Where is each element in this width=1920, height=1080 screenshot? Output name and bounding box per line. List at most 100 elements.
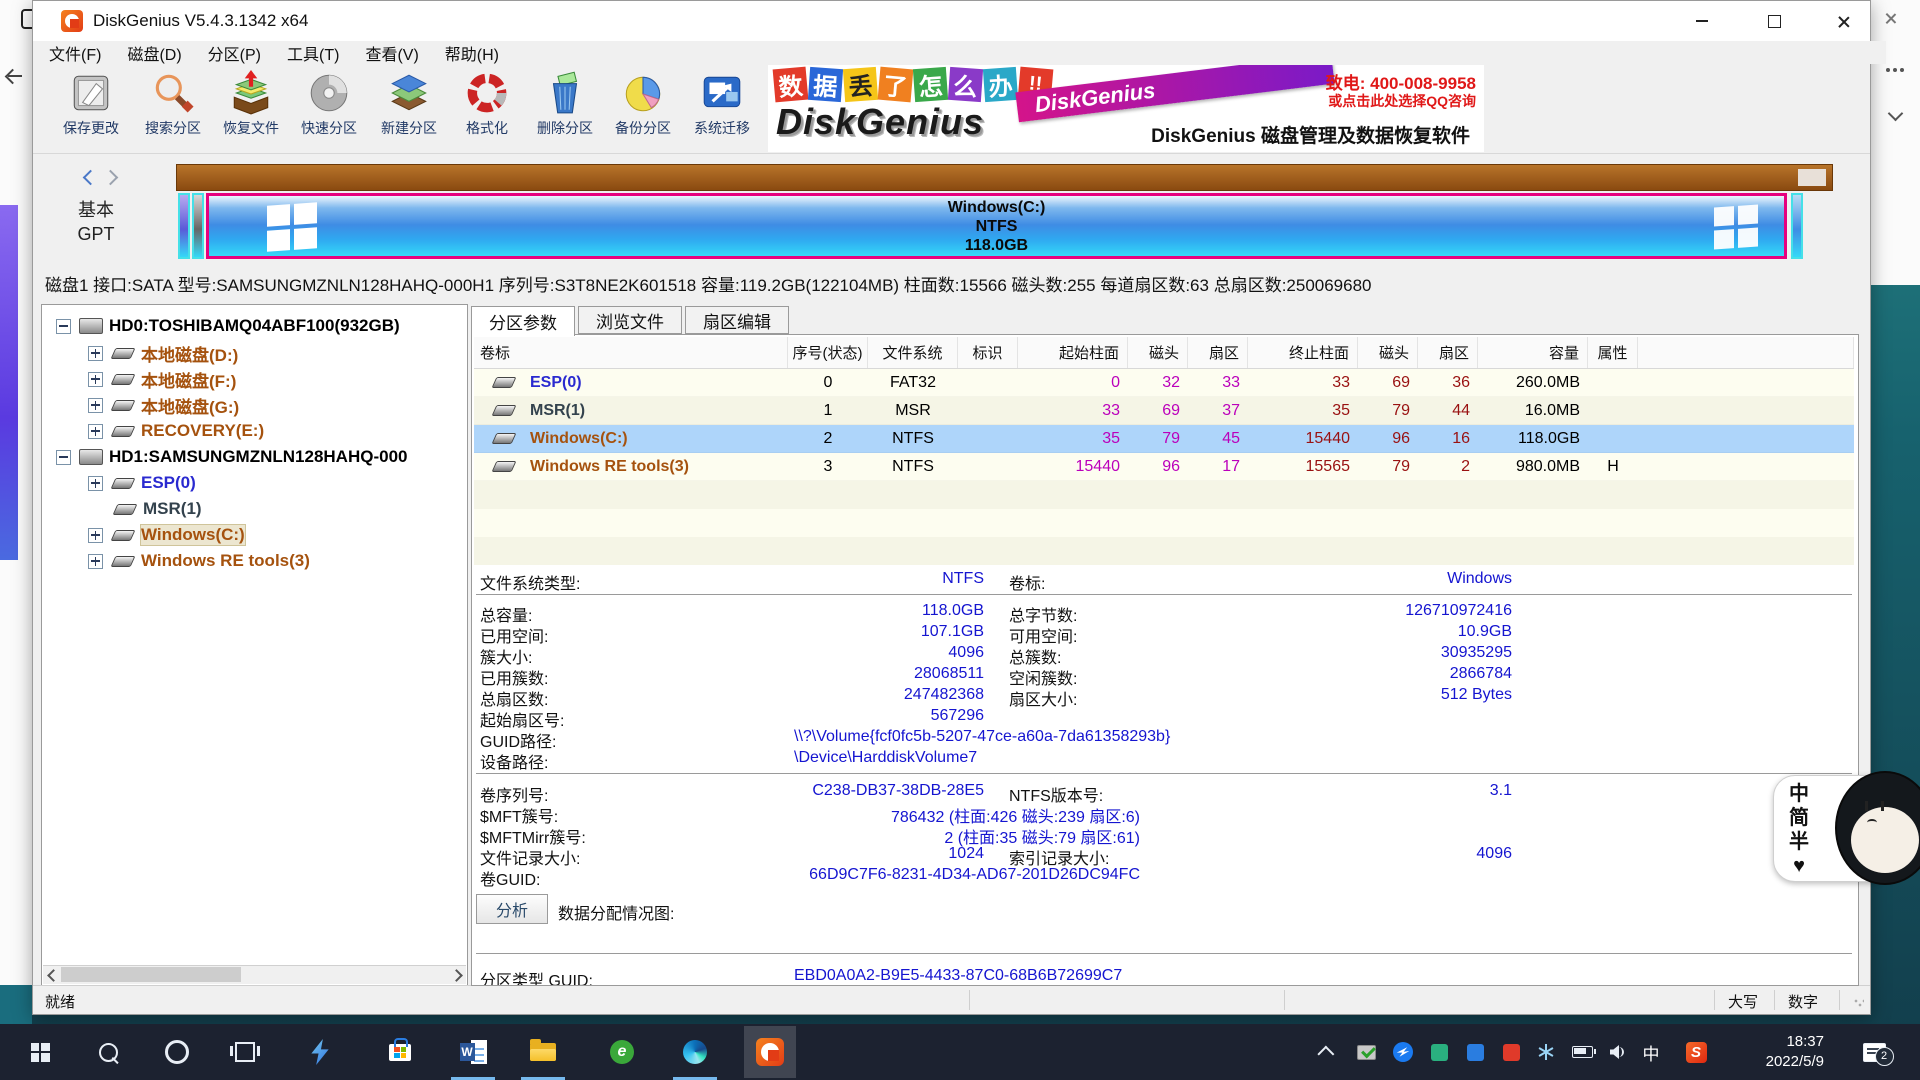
partition-msr[interactable] [192, 193, 204, 259]
disk-tree-panel: HD0:TOSHIBAMQ04ABF100(932GB) 本地磁盘(D:) 本地… [41, 304, 468, 986]
tab-partition-params[interactable]: 分区参数 [471, 306, 575, 336]
ime-indicator[interactable]: 中 [1631, 1024, 1671, 1080]
diskgenius-taskbar-button[interactable] [744, 1026, 796, 1078]
quick-partition-button[interactable]: 快速分区 [290, 70, 368, 150]
disk-graph-zone: 基本 GPT Windows(C:) NTFS 118.0GB [33, 154, 1870, 266]
menu-partition[interactable]: 分区(P) [208, 41, 261, 65]
delete-partition-button[interactable]: 删除分区 [526, 70, 604, 150]
expand-icon[interactable] [88, 554, 103, 569]
sogou-input-button[interactable]: S [1674, 1024, 1718, 1080]
expand-icon[interactable] [88, 528, 103, 543]
microsoft-store-button[interactable] [376, 1024, 424, 1080]
menu-help[interactable]: 帮助(H) [445, 41, 499, 65]
dingtalk-icon [1393, 1042, 1413, 1062]
folder-icon [530, 1043, 556, 1061]
cortana-button[interactable] [153, 1024, 201, 1080]
menu-file[interactable]: 文件(F) [49, 41, 101, 65]
tree-item-hd1[interactable]: HD1:SAMSUNGMZNLN128HAHQ-000 [56, 444, 408, 470]
new-partition-button[interactable]: 新建分区 [370, 70, 448, 150]
tree-hscrollbar[interactable] [43, 965, 466, 984]
volume-icon [111, 348, 136, 359]
save-changes-button[interactable]: 保存更改 [52, 70, 130, 150]
tree-item-g[interactable]: 本地磁盘(G:) [88, 392, 239, 418]
heart-icon: ♥ [1786, 854, 1812, 878]
taskbar-app-thunder[interactable] [296, 1024, 344, 1080]
diskgenius-logo-icon [756, 1038, 784, 1066]
tree-item-f[interactable]: 本地磁盘(F:) [88, 366, 236, 392]
scroll-left-icon[interactable] [43, 966, 60, 983]
tree-item-recovery[interactable]: RECOVERY(E:) [88, 418, 264, 444]
collapse-icon[interactable] [56, 450, 71, 465]
maximize-button[interactable] [1745, 1, 1803, 41]
edge-button[interactable] [671, 1024, 719, 1080]
blue-app-icon [1467, 1044, 1484, 1061]
detail-row: 567296起始扇区号: [476, 707, 1856, 728]
clock-time: 18:37 [1786, 1032, 1824, 1052]
word-button[interactable]: W [449, 1024, 497, 1080]
tree-item-windows-c[interactable]: Windows(C:) [88, 522, 245, 548]
ad-banner[interactable]: 数 据 丢 了 怎 么 办 !! DiskGenius DiskGenius 致… [768, 65, 1484, 152]
expand-icon[interactable] [88, 372, 103, 387]
menu-tools[interactable]: 工具(T) [287, 41, 339, 65]
collapse-icon[interactable] [56, 319, 71, 334]
prev-disk-icon[interactable] [83, 170, 99, 186]
expand-icon[interactable] [88, 476, 103, 491]
partition-windows-c[interactable]: Windows(C:) NTFS 118.0GB [206, 193, 1787, 259]
tree-item-windows-re[interactable]: Windows RE tools(3) [88, 548, 310, 574]
system-migrate-button[interactable]: 系统迁移 [683, 70, 761, 150]
backup-partition-button[interactable]: 备份分区 [604, 70, 682, 150]
analyze-button[interactable]: 分析 [476, 894, 548, 924]
close-button[interactable] [1814, 1, 1872, 41]
toolbar-label: 恢复文件 [212, 118, 290, 138]
ad-qq-link[interactable]: 或点击此处选择QQ咨询 [1328, 91, 1476, 111]
menu-view[interactable]: 查看(V) [365, 41, 418, 65]
browser-360-button[interactable]: e [598, 1024, 646, 1080]
partition-params-panel: 卷标 序号(状态) 文件系统 标识 起始柱面 磁头 扇区 终止柱面 磁头 扇区 … [471, 334, 1859, 986]
expand-icon[interactable] [88, 424, 103, 439]
resize-grip[interactable] [1854, 999, 1864, 1009]
new-partition-icon [386, 70, 432, 116]
titlebar: DiskGenius V5.4.3.1342 x64 [33, 1, 1870, 41]
scroll-right-icon[interactable] [449, 966, 466, 983]
search-partition-button[interactable]: 搜索分区 [134, 70, 212, 150]
partition-esp[interactable] [178, 193, 190, 259]
tree-item-esp[interactable]: ESP(0) [88, 470, 196, 496]
table-row-esp[interactable]: ESP(0) 0 FAT32 0 32 33 33 69 36 260.0MB [474, 369, 1854, 397]
start-button[interactable] [16, 1024, 64, 1080]
ime-float-widget[interactable]: 中 简 半 ♥ [1773, 771, 1920, 884]
expand-icon[interactable] [88, 346, 103, 361]
diskgenius-logo-icon [61, 10, 83, 32]
tab-sector-edit[interactable]: 扇区编辑 [685, 306, 789, 334]
table-row-windows-c[interactable]: Windows(C:) 2 NTFS 35 79 45 15440 96 16 … [474, 425, 1854, 453]
detail-row: 118.0GB总容量: 126710972416总字节数: [476, 602, 1856, 623]
taskbar-search-button[interactable] [84, 1024, 132, 1080]
background-close-icon[interactable] [1884, 12, 1897, 25]
expand-icon[interactable] [88, 398, 103, 413]
tree-item-hd0[interactable]: HD0:TOSHIBAMQ04ABF100(932GB) [56, 313, 400, 339]
file-explorer-button[interactable] [519, 1024, 567, 1080]
table-header-row: 卷标 序号(状态) 文件系统 标识 起始柱面 磁头 扇区 终止柱面 磁头 扇区 … [474, 337, 1854, 369]
tab-browse-files[interactable]: 浏览文件 [578, 306, 682, 334]
tree-item-d[interactable]: 本地磁盘(D:) [88, 340, 238, 366]
table-row-msr[interactable]: MSR(1) 1 MSR 33 69 37 35 79 44 16.0MB [474, 397, 1854, 425]
format-button[interactable]: 格式化 [448, 70, 526, 150]
table-row-windows-re[interactable]: Windows RE tools(3) 3 NTFS 15440 96 17 1… [474, 453, 1854, 481]
volume-icon [492, 405, 517, 416]
disk-icon [79, 318, 103, 334]
next-disk-icon[interactable] [103, 170, 119, 186]
back-arrow-icon[interactable] [7, 68, 21, 82]
task-view-button[interactable] [221, 1024, 269, 1080]
taskbar-clock[interactable]: 18:37 2022/5/9 [1724, 1024, 1824, 1080]
menu-disk[interactable]: 磁盘(D) [127, 41, 181, 65]
scrollbar-thumb[interactable] [61, 967, 241, 982]
minimize-button[interactable] [1673, 1, 1731, 41]
toolbar-label: 搜索分区 [134, 118, 212, 138]
notification-center-button[interactable]: 2 [1846, 1024, 1902, 1080]
partition-windows-re[interactable] [1791, 193, 1803, 259]
taskbar: W e 中 S 18:37 2022/5/9 [0, 1024, 1920, 1080]
recover-files-button[interactable]: 恢复文件 [212, 70, 290, 150]
detail-row: 107.1GB已用空间: 10.9GB可用空间: [476, 623, 1856, 644]
ime-mode-cn: 中 [1786, 782, 1812, 806]
more-dots-icon[interactable] [1886, 68, 1890, 72]
tree-item-msr[interactable]: MSR(1) [105, 496, 202, 522]
